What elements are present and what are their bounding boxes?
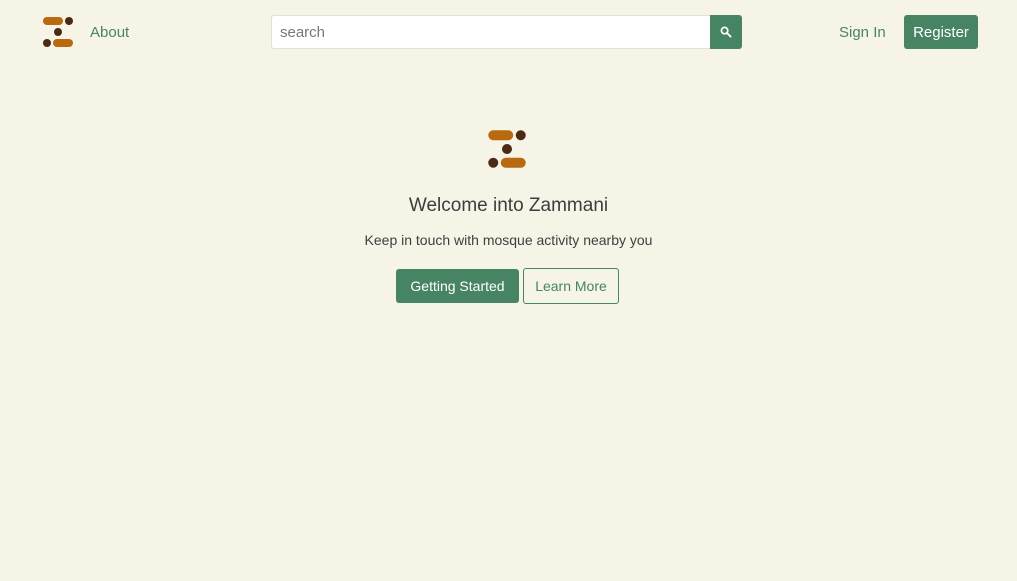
top-navigation-bar: About Sign In Register [0, 0, 1017, 66]
search-button[interactable] [710, 15, 742, 49]
sign-in-link[interactable]: Sign In [839, 24, 886, 42]
hero-title: Welcome into Zammani [408, 195, 609, 216]
zammani-logo-icon[interactable] [42, 16, 74, 48]
register-button[interactable]: Register [904, 15, 978, 49]
search-icon [720, 26, 732, 38]
learn-more-button[interactable]: Learn More [523, 268, 619, 304]
getting-started-button[interactable]: Getting Started [396, 269, 519, 303]
search-bar [271, 15, 742, 49]
hero-subtitle: Keep in touch with mosque activity nearb… [364, 232, 653, 248]
search-input[interactable] [271, 15, 710, 49]
about-link[interactable]: About [90, 24, 129, 42]
zammani-logo-icon [488, 130, 526, 168]
